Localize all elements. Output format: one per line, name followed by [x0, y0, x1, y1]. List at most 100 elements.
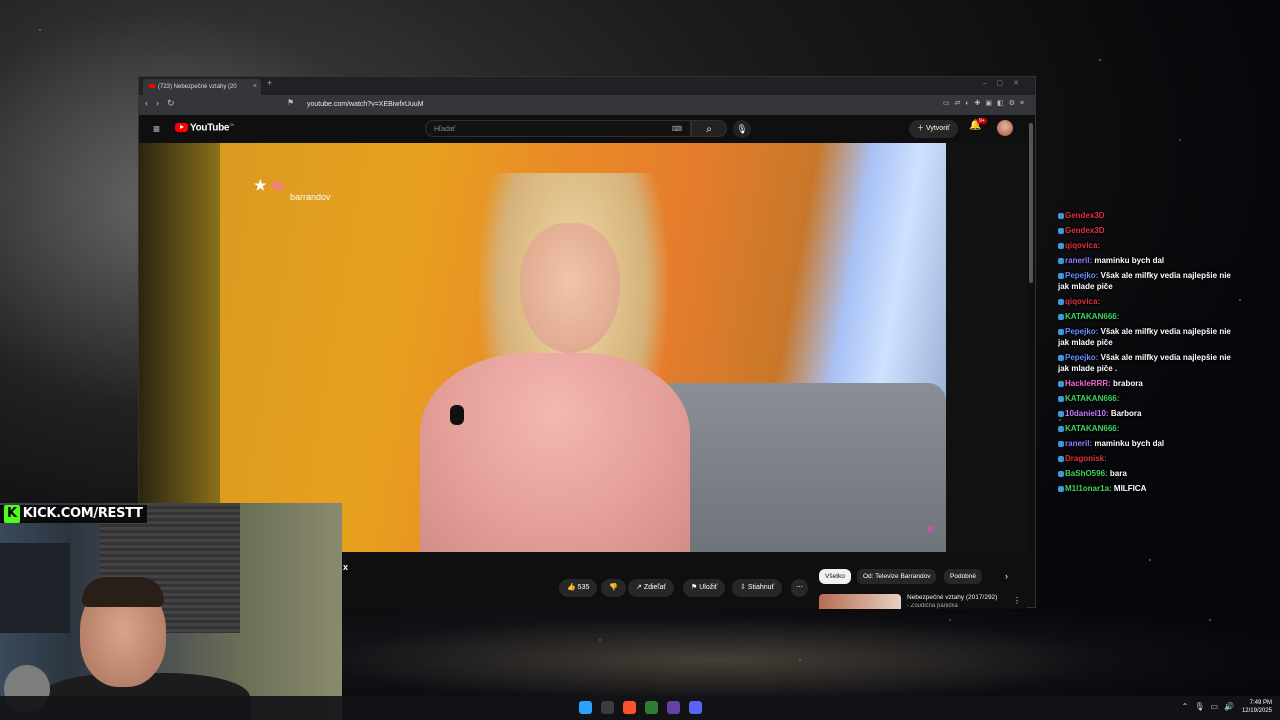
kick-logo-icon: K: [4, 505, 20, 523]
logo-text: YouTube: [190, 122, 230, 134]
chat-username[interactable]: raneril:: [1065, 256, 1092, 265]
youtube-play-icon: [175, 123, 188, 133]
chat-message: Pepejko: Však ale milfky vedia najlepšie…: [1058, 352, 1238, 374]
chat-message: KATAKAN666:: [1058, 311, 1238, 322]
recommended-thumbnail[interactable]: [819, 594, 901, 609]
app-icon-2[interactable]: [645, 701, 658, 714]
video-person-face: [520, 223, 620, 353]
discord-icon[interactable]: [689, 701, 702, 714]
logo-barrandov-text: barrandov: [290, 192, 331, 202]
tab-close-icon[interactable]: ×: [253, 79, 257, 95]
chat-text: bara: [1109, 469, 1127, 478]
chat-username[interactable]: BaShO596:: [1065, 469, 1108, 478]
logo-tv-text: tv: [272, 179, 284, 193]
player-left-border: [139, 143, 220, 552]
create-button[interactable]: ＋ Vytvoriť: [909, 120, 958, 138]
chat-badge-icon: [1058, 354, 1064, 361]
url-field[interactable]: youtube.com/watch?v=XEBiwfxUuuM: [289, 98, 749, 112]
page-scrollbar[interactable]: [1029, 123, 1033, 283]
account-avatar[interactable]: [997, 120, 1013, 136]
chat-badge-icon: [1058, 485, 1064, 492]
chat-text: maminku bych dal: [1094, 256, 1165, 265]
region-code: SK: [229, 122, 234, 127]
webcam-overlay: [0, 503, 342, 720]
tab-youtube[interactable]: (723) Nebezpečné vztahy (20 ×: [143, 79, 261, 95]
chip-all[interactable]: Všetko: [819, 569, 851, 584]
chat-username[interactable]: M1l1onar1a:: [1065, 484, 1112, 493]
chat-message: Gendex3D: [1058, 210, 1238, 221]
brave-browser-icon[interactable]: [623, 701, 636, 714]
recommended-more-icon[interactable]: ⋮: [1013, 596, 1021, 605]
taskbar: ⌃🎙▭🔊 7:49 PM 12/19/2025: [0, 696, 1280, 720]
chat-username[interactable]: qiqovica:: [1065, 297, 1100, 306]
nav-buttons[interactable]: ‹›↻: [145, 98, 183, 109]
chat-username[interactable]: Dragonisk:: [1065, 454, 1107, 463]
chat-username[interactable]: HackleRRR:: [1065, 379, 1111, 388]
channel-watermark-icon: ✶: [924, 521, 936, 537]
chat-username[interactable]: 10daniel10:: [1065, 409, 1109, 418]
chat-message: 10daniel10: Barbora: [1058, 408, 1238, 419]
chat-message: M1l1onar1a: MILFICA: [1058, 483, 1238, 494]
chat-text: brabora: [1113, 379, 1143, 388]
keyboard-icon[interactable]: ⌨: [672, 121, 682, 138]
chip-from-channel[interactable]: Od: Televize Barrandov: [857, 569, 937, 584]
chat-username[interactable]: Gendex3D: [1065, 211, 1105, 220]
search-button[interactable]: ⌕: [691, 120, 727, 137]
video-title-fragment: x: [343, 562, 349, 572]
like-button[interactable]: 👍 535: [559, 579, 598, 597]
chat-badge-icon: [1058, 470, 1064, 477]
save-button[interactable]: ⚑ Uložiť: [683, 579, 726, 597]
recommended-title[interactable]: Nebezpečné vztahy (2017/292): [907, 594, 997, 601]
chat-username[interactable]: KATAKAN666:: [1065, 394, 1119, 403]
chat-username[interactable]: Pepejko:: [1065, 327, 1098, 336]
voice-search-icon[interactable]: 🎙: [733, 120, 751, 138]
chat-username[interactable]: KATAKAN666:: [1065, 312, 1119, 321]
youtube-logo[interactable]: YouTubeSK: [175, 122, 234, 133]
system-clock[interactable]: 7:49 PM 12/19/2025: [1242, 699, 1272, 715]
chat-username[interactable]: raneril:: [1065, 439, 1092, 448]
player-right-border: [946, 143, 1027, 552]
app-icon-3[interactable]: [667, 701, 680, 714]
dislike-button[interactable]: 👎: [601, 579, 626, 597]
video-frame[interactable]: ★ tv barrandov ✶: [220, 143, 946, 552]
chat-badge-icon: [1058, 242, 1064, 249]
search-placeholder: Hľadať: [434, 126, 456, 133]
address-bar: ‹›↻ ⚑ youtube.com/watch?v=XEBiwfxUuuM ▭⇄…: [139, 95, 1035, 115]
clock-time: 7:49 PM: [1249, 700, 1272, 706]
download-button[interactable]: ⇩ Stiahnuť: [732, 579, 783, 597]
webcam-monitor: [0, 543, 70, 633]
like-count: 535: [577, 584, 590, 591]
tab-bar: (723) Nebezpečné vztahy (20 × + –▢✕: [139, 77, 1035, 95]
chat-username[interactable]: Pepejko:: [1065, 271, 1098, 280]
share-label: Zdieľať: [643, 584, 666, 591]
chat-username[interactable]: Gendex3D: [1065, 226, 1105, 235]
more-actions-icon[interactable]: ⋯: [791, 579, 808, 597]
share-button[interactable]: ↗ Zdieľať: [628, 579, 674, 597]
extensions-icons[interactable]: ▭⇄◐✚▣◧⚙≡: [943, 99, 1029, 107]
taskview-icon[interactable]: [601, 701, 614, 714]
chip-related[interactable]: Podobné: [944, 569, 983, 584]
chat-username[interactable]: qiqovica:: [1065, 241, 1100, 250]
youtube-header: ≡ YouTubeSK Hľadať ⌨ ⌕ 🎙 ＋ Vytvoriť 🔔 9+: [139, 115, 1035, 143]
stream-chat: Gendex3D Gendex3D qiqovica: raneril: mam…: [1058, 210, 1238, 498]
recommended-subtitle[interactable]: - Zoudičná panička: [907, 603, 958, 609]
window-controls[interactable]: –▢✕: [983, 79, 1029, 87]
search-input[interactable]: Hľadať ⌨: [425, 120, 691, 137]
system-tray-icons[interactable]: ⌃🎙▭🔊: [1182, 702, 1240, 711]
chat-username[interactable]: Pepejko:: [1065, 353, 1098, 362]
video-player[interactable]: ★ tv barrandov ✶: [139, 143, 1027, 552]
background-nebula: [340, 600, 1280, 700]
chat-badge-icon: [1058, 455, 1064, 462]
tv-barrandov-logo: ★ tv barrandov: [254, 177, 331, 202]
chat-text: maminku bych dal: [1094, 439, 1165, 448]
new-tab-button[interactable]: +: [267, 78, 272, 88]
chevron-right-icon[interactable]: ›: [1005, 571, 1008, 581]
windows-start-icon[interactable]: [579, 701, 592, 714]
hamburger-menu-icon[interactable]: ≡: [153, 122, 160, 136]
chat-message: qiqovica:: [1058, 296, 1238, 307]
chat-message: BaShO596: bara: [1058, 468, 1238, 479]
chat-username[interactable]: KATAKAN666:: [1065, 424, 1119, 433]
chat-badge-icon: [1058, 298, 1064, 305]
notification-badge: 9+: [977, 118, 987, 124]
chat-text: MILFICA: [1113, 484, 1147, 493]
